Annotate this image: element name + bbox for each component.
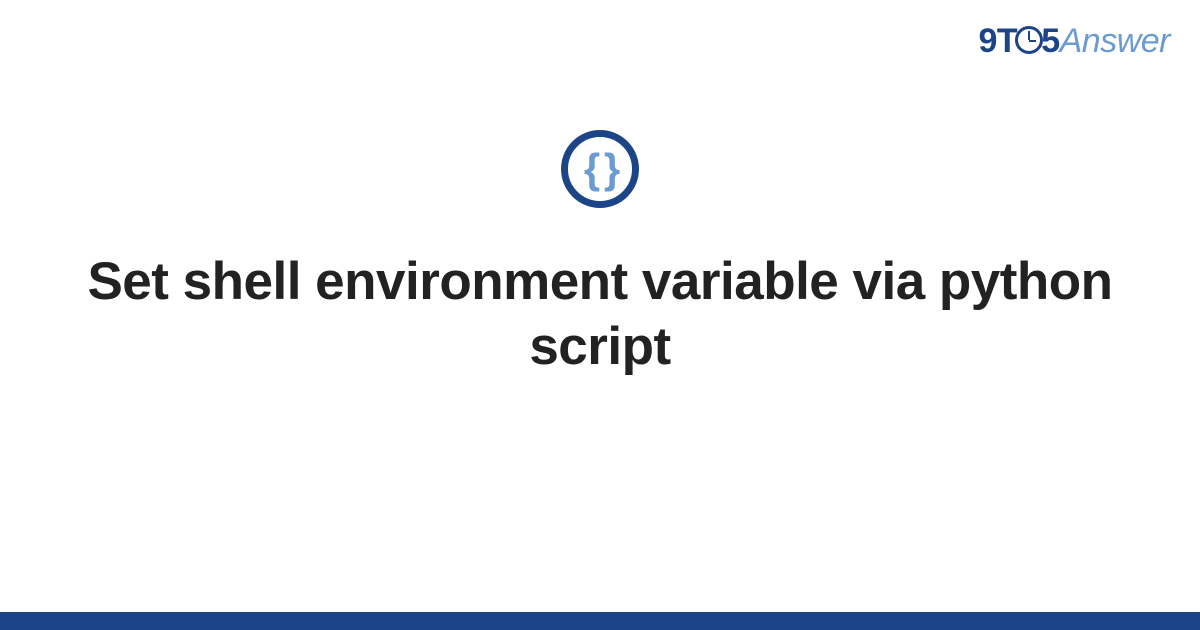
logo-nine: 9 bbox=[979, 22, 997, 60]
code-braces-icon: { } bbox=[561, 130, 639, 208]
logo-t: T bbox=[997, 22, 1017, 60]
footer-accent-bar bbox=[0, 612, 1200, 630]
brand-logo: 9T5Answer bbox=[979, 22, 1171, 61]
logo-answer: Answer bbox=[1060, 22, 1170, 60]
main-content: { } Set shell environment variable via p… bbox=[0, 130, 1200, 379]
logo-five: 5 bbox=[1041, 22, 1059, 60]
braces-glyph: { } bbox=[584, 148, 616, 190]
page-title: Set shell environment variable via pytho… bbox=[75, 250, 1125, 379]
clock-icon bbox=[1015, 26, 1043, 54]
